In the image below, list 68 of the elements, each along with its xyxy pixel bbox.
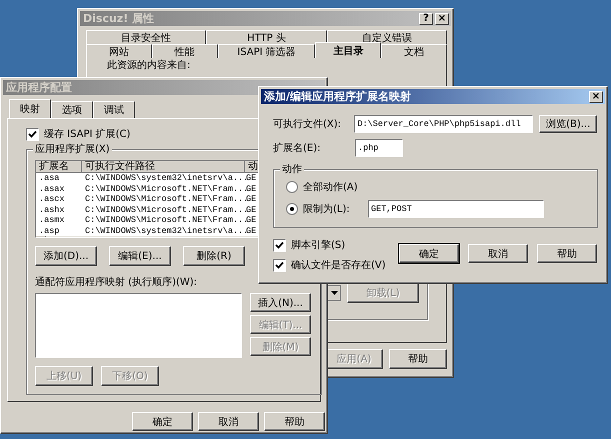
browse-button[interactable]: 浏览(B)... — [539, 115, 597, 133]
checkbox-label: 脚本引擎(S) — [291, 238, 346, 252]
tab[interactable]: 目录安全性 — [86, 30, 206, 44]
table-cell-text: GE — [246, 204, 258, 215]
close-button[interactable]: × — [589, 90, 603, 102]
table-cell-text: C:\WINDOWS\system32\inetsrv\a... — [84, 173, 245, 184]
title-bar-button[interactable]: ? — [419, 12, 433, 24]
table-cell-text: GE — [246, 215, 258, 226]
tab[interactable]: 自定义错误 — [326, 30, 447, 44]
table-cell-text: C:\WINDOWS\Microsoft.NET\Fram... — [84, 204, 245, 215]
tab[interactable]: ISAPI 筛选器 — [218, 44, 316, 58]
field-label: 可执行文件(X): — [273, 118, 342, 131]
title-bar-button[interactable]: × — [435, 12, 449, 24]
checkbox-label: 确认文件是否存在(V) — [291, 258, 386, 272]
table-cell-text: GE — [246, 194, 258, 204]
wildcard-list[interactable] — [35, 293, 242, 358]
tab[interactable]: 映射 — [9, 99, 51, 118]
tab[interactable]: 调试 — [93, 101, 135, 118]
dialog-button[interactable]: 确定 — [132, 412, 193, 431]
dialog-button[interactable]: 取消 — [198, 412, 259, 431]
window-title: 应用程序配置 — [6, 80, 72, 95]
radio-button[interactable] — [286, 203, 298, 215]
tab[interactable]: 网站 — [86, 44, 152, 58]
dialog-button[interactable]: 取消 — [468, 244, 528, 263]
table-cell-text: .asa — [38, 173, 60, 184]
extension-field[interactable]: .php — [355, 139, 403, 157]
table-cell-text: C:\WINDOWS\system32\inetsrv\a... — [84, 226, 245, 236]
dialog-button[interactable]: 帮助 — [389, 349, 447, 369]
radio-button[interactable] — [286, 181, 298, 193]
table-cell-text: .ascx — [38, 194, 66, 204]
field-label: 扩展名(E): — [273, 142, 322, 155]
table-cell-text: C:\WINDOWS\Microsoft.NET\Fram... — [84, 184, 245, 194]
table-cell-text: GE — [246, 184, 258, 194]
checkbox-label: 缓存 ISAPI 扩展(C) — [44, 128, 130, 141]
dialog-button[interactable]: 确定 — [399, 244, 459, 263]
table-cell-text: GE — [246, 226, 258, 236]
dialog-button[interactable]: 帮助 — [537, 244, 597, 263]
group-title: 应用程序扩展(X) — [33, 142, 112, 156]
dialog-button[interactable]: 帮助 — [264, 412, 325, 431]
column-header[interactable]: 动 — [245, 161, 259, 173]
window-title: 添加/编辑应用程序扩展名映射 — [264, 89, 412, 104]
tab[interactable]: 主目录 — [315, 42, 382, 58]
list-action-button[interactable]: 删除(R) — [183, 246, 245, 266]
table-cell-text: .ashx — [38, 204, 66, 215]
radio-label: 全部动作(A) — [303, 180, 359, 194]
tab[interactable]: 文档 — [381, 44, 447, 58]
checkbox[interactable] — [273, 258, 286, 272]
radio-label: 限制为(L): — [303, 202, 351, 216]
table-cell-text: C:\WINDOWS\Microsoft.NET\Fram... — [84, 194, 245, 204]
verbs-field[interactable]: GET,POST — [368, 200, 544, 218]
list-action-button[interactable]: 添加(D)... — [35, 246, 97, 266]
wildcard-label: 通配符应用程序映射 (执行顺序)(W): — [35, 276, 198, 289]
tab[interactable]: HTTP 头 — [206, 30, 327, 44]
checkbox[interactable] — [273, 238, 286, 252]
table-cell-text: .asp — [38, 226, 60, 236]
tab[interactable]: 性能 — [152, 44, 218, 58]
checkbox[interactable] — [26, 128, 39, 140]
table-cell-text: C:\WINDOWS\Microsoft.NET\Fram... — [84, 215, 245, 226]
group-title: 动作 — [280, 162, 304, 176]
window-title: Discuz! 属性 — [83, 11, 154, 26]
table-cell-text: GE — [246, 173, 258, 184]
tab[interactable]: 选项 — [51, 101, 93, 118]
table-cell-text: .asax — [38, 184, 66, 194]
content-source-label: 此资源的内容来自: — [107, 60, 192, 72]
table-cell-text: .asmx — [38, 215, 66, 226]
list-action-button[interactable]: 编辑(E)... — [109, 246, 171, 266]
wildcard-action-button[interactable]: 插入(N)... — [250, 293, 311, 312]
executable-field[interactable]: D:\Server_Core\PHP\php5isapi.dll — [354, 115, 534, 133]
